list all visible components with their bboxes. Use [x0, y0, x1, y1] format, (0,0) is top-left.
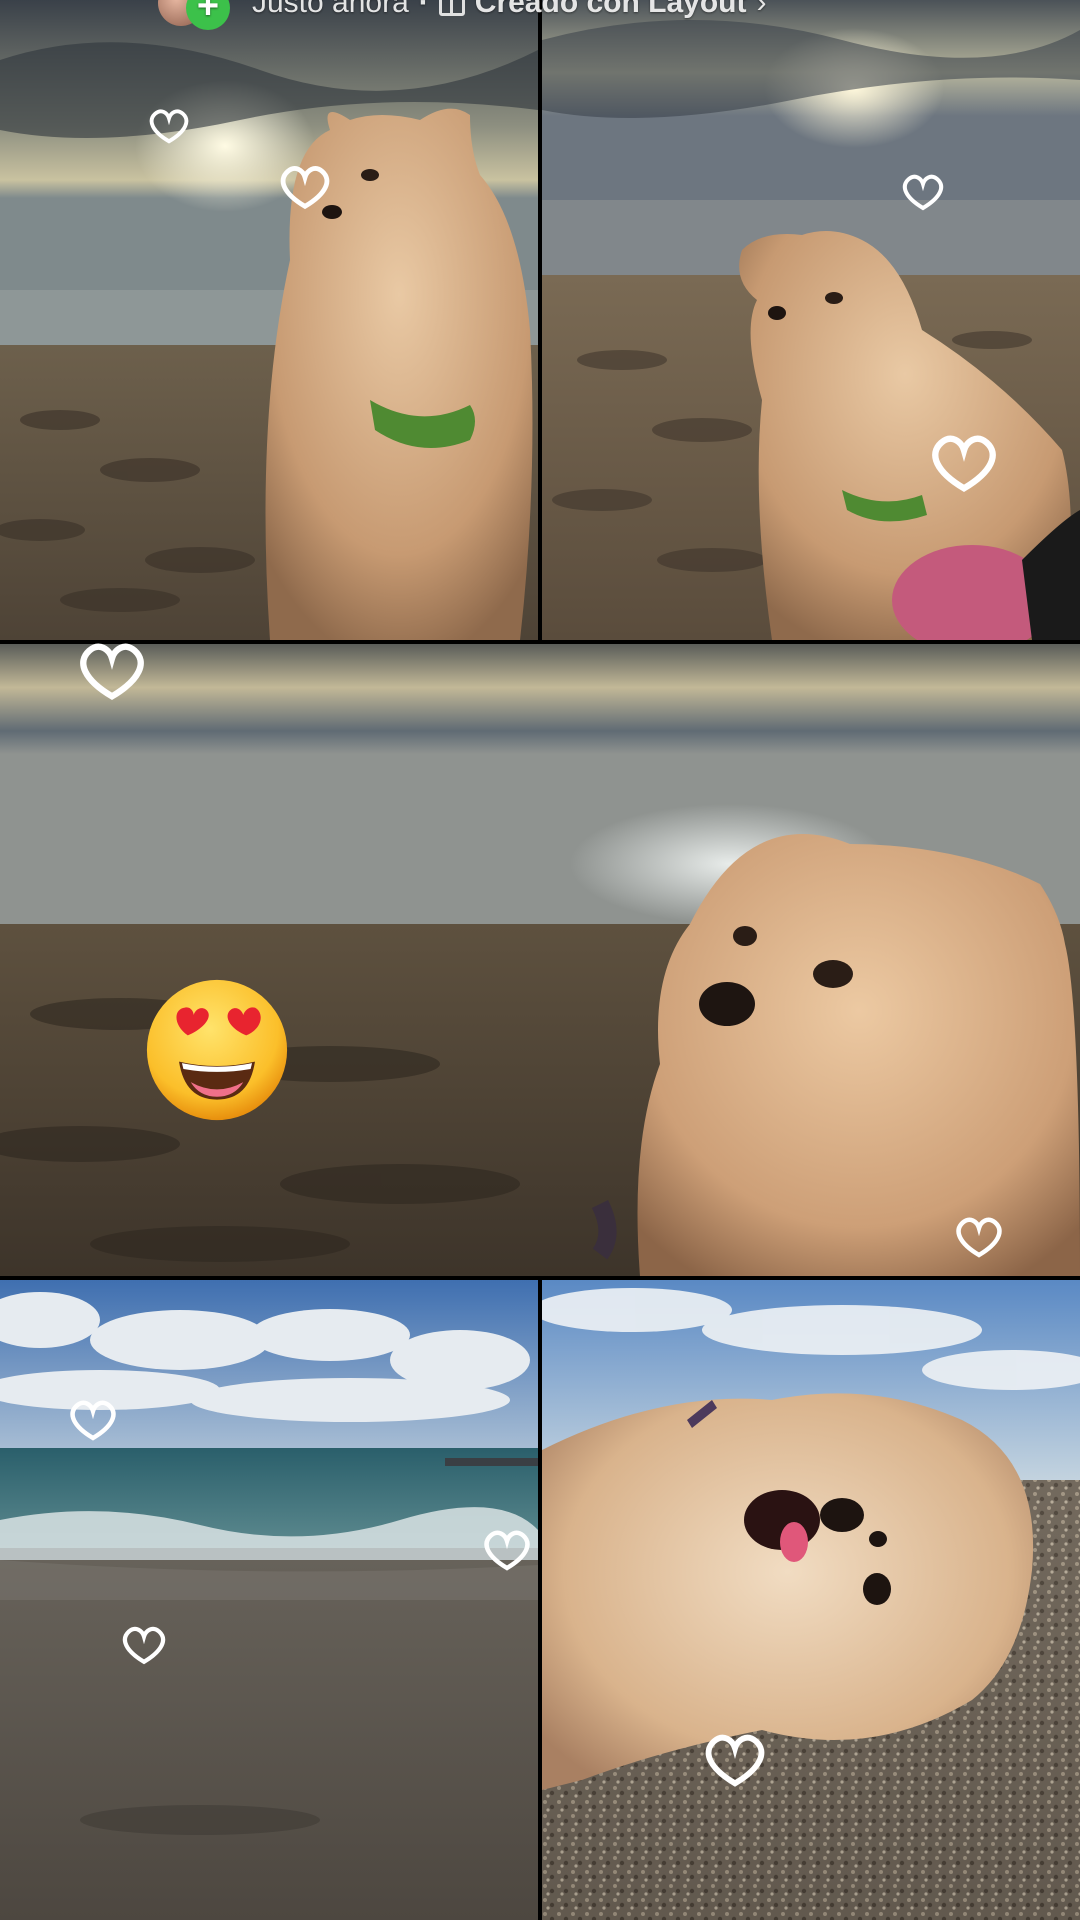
heart-sticker-icon: [705, 1734, 765, 1787]
chevron-right-icon[interactable]: ›: [756, 0, 766, 20]
heart-sticker-icon: [123, 1626, 165, 1665]
heart-eyes-emoji-icon: [146, 979, 288, 1121]
photo-sea-waves-beach: [0, 1280, 538, 1920]
heart-sticker-icon: [80, 643, 144, 701]
heart-sticker-icon: [484, 1530, 530, 1571]
separator: ·: [418, 0, 429, 19]
heart-sticker-icon: [149, 109, 189, 144]
layout-icon: [438, 0, 465, 16]
photo-dog-lying-on-sand: [542, 1280, 1080, 1920]
heart-sticker-icon: [280, 166, 330, 210]
photo-dog-on-beach-sitting: [0, 0, 538, 640]
created-with-layout-link[interactable]: Creado con Layout: [475, 0, 747, 20]
time-label: Justo ahora: [252, 0, 409, 19]
heart-sticker-icon: [903, 174, 943, 211]
heart-sticker-icon: [70, 1400, 116, 1441]
photo-dog-on-beach-side-view: [542, 0, 1080, 640]
story-header: + Justo ahora · Creado con Layout ›: [0, 0, 1080, 30]
avatar[interactable]: +: [158, 0, 230, 30]
heart-sticker-icon: [932, 435, 996, 493]
add-story-icon[interactable]: +: [186, 0, 230, 30]
photo-dog-closeup-beach: [0, 644, 1080, 1276]
heart-sticker-icon: [956, 1217, 1002, 1258]
story-meta: Justo ahora · Creado con Layout ›: [252, 0, 766, 20]
